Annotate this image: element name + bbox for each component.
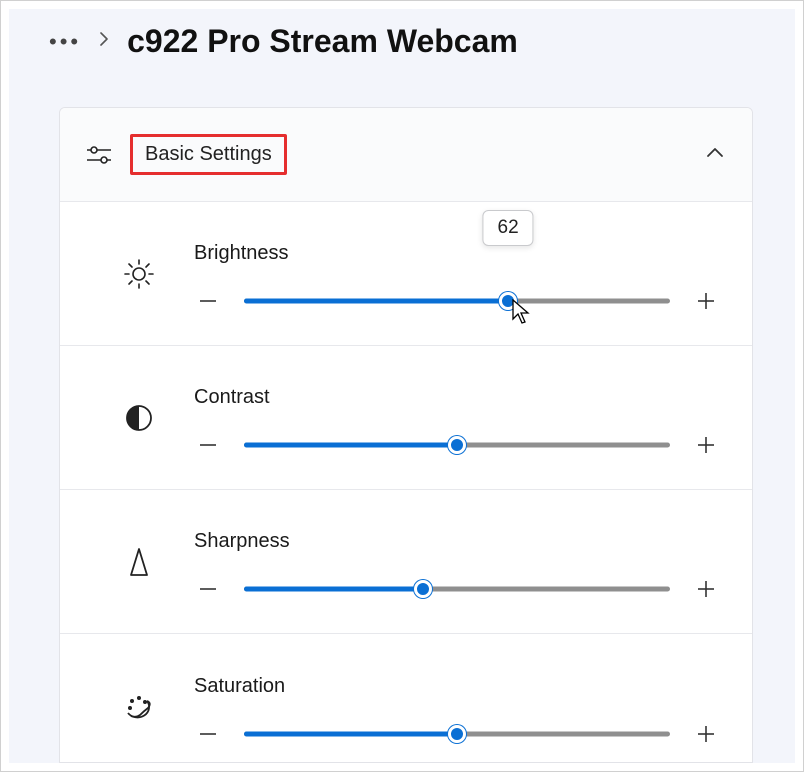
contrast-icon: [84, 403, 194, 433]
setting-row-brightness: Brightness: [60, 202, 752, 346]
setting-row-sharpness: Sharpness: [60, 490, 752, 634]
panel-title: Basic Settings: [130, 134, 287, 175]
setting-label: Saturation: [194, 675, 720, 698]
sharpness-slider[interactable]: [244, 577, 670, 601]
decrement-button[interactable]: [194, 575, 222, 603]
panel-header[interactable]: Basic Settings: [60, 108, 752, 202]
setting-row-saturation: Saturation: [60, 634, 752, 763]
increment-button[interactable]: [692, 575, 720, 603]
setting-label: Contrast: [194, 386, 720, 409]
contrast-slider[interactable]: [244, 433, 670, 457]
breadcrumb: ••• c922 Pro Stream Webcam: [9, 9, 795, 70]
decrement-button[interactable]: [194, 720, 222, 748]
setting-row-contrast: Contrast: [60, 346, 752, 490]
chevron-right-icon: [99, 32, 109, 51]
setting-label: Brightness: [194, 242, 720, 265]
increment-button[interactable]: [692, 720, 720, 748]
slider-value-tooltip: 62: [483, 210, 534, 246]
sliders-icon: [84, 144, 114, 166]
setting-label: Sharpness: [194, 530, 720, 553]
saturation-icon: [84, 691, 194, 721]
sharpness-icon: [84, 546, 194, 578]
decrement-button[interactable]: [194, 431, 222, 459]
saturation-slider[interactable]: [244, 722, 670, 746]
page-title: c922 Pro Stream Webcam: [127, 23, 518, 60]
brightness-slider[interactable]: [244, 289, 670, 313]
chevron-up-icon[interactable]: [706, 146, 724, 164]
brightness-icon: [84, 258, 194, 290]
decrement-button[interactable]: [194, 287, 222, 315]
increment-button[interactable]: [692, 431, 720, 459]
basic-settings-panel: Basic Settings: [59, 107, 753, 763]
increment-button[interactable]: [692, 287, 720, 315]
breadcrumb-more-icon[interactable]: •••: [49, 29, 81, 55]
